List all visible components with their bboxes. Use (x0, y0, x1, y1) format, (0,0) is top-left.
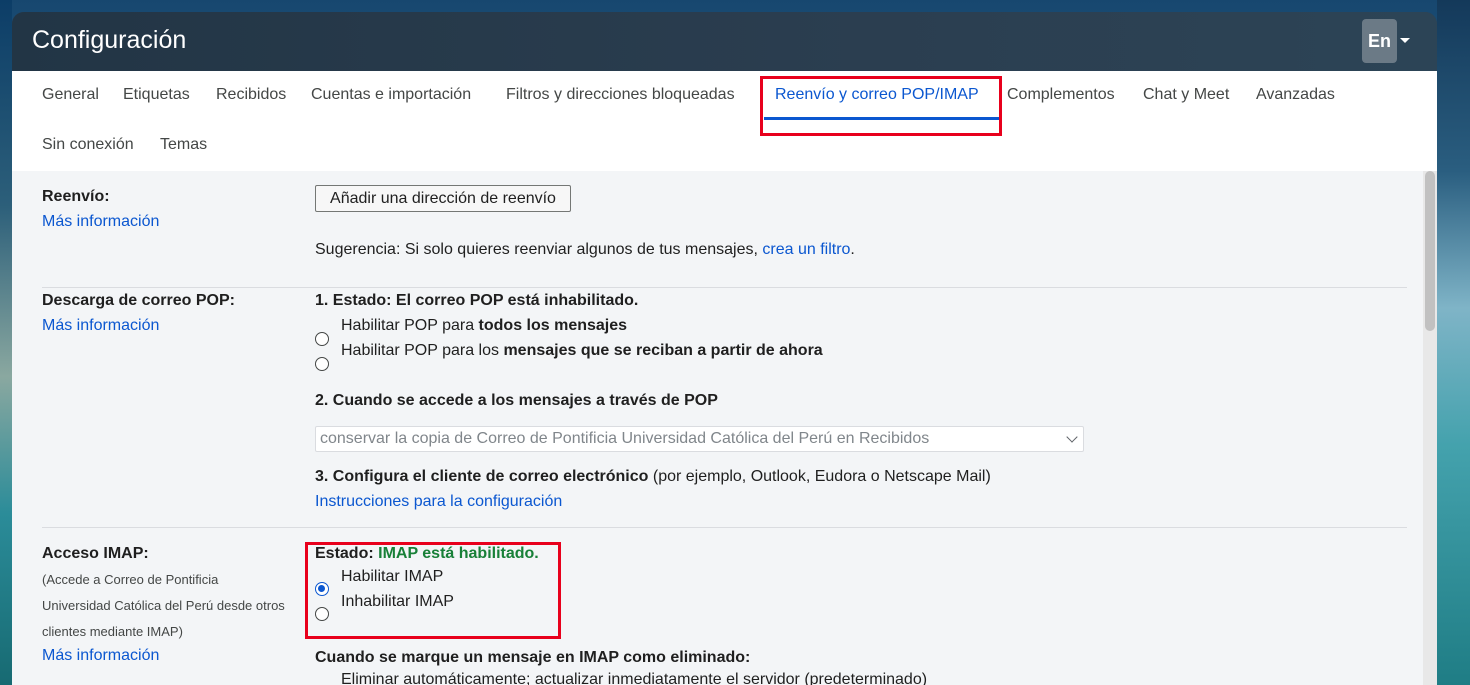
forwarding-more-info-link[interactable]: Más información (42, 213, 159, 231)
pop-instructions-link[interactable]: Instrucciones para la configuración (315, 493, 562, 511)
tab-avanzadas[interactable]: Avanzadas (1256, 86, 1335, 104)
imap-deleted-heading: Cuando se marque un mensaje en IMAP como… (315, 649, 751, 666)
header-bar: Configuración En (12, 12, 1437, 71)
pop-more-info-link[interactable]: Más información (42, 317, 159, 335)
section-divider (42, 287, 1407, 288)
section-divider (42, 527, 1407, 528)
pop-new-option-bold: mensajes que se reciban a partir de ahor… (503, 342, 823, 359)
pop-action-select[interactable]: conservar la copia de Correo de Pontific… (315, 426, 1084, 452)
desktop-background-right (1437, 0, 1470, 685)
tab-chat-meet[interactable]: Chat y Meet (1143, 86, 1229, 104)
imap-description-line1: (Accede a Correo de Pontificia (42, 572, 219, 587)
add-forwarding-address-button[interactable]: Añadir una dirección de reenvío (315, 185, 571, 212)
create-filter-link[interactable]: crea un filtro (762, 241, 850, 258)
pop-configure-bold: 3. Configura el cliente de correo electr… (315, 468, 649, 485)
imap-description-line2: Universidad Católica del Perú desde otro… (42, 598, 285, 613)
pop-new-radio[interactable] (315, 357, 329, 371)
highlight-box-tab (760, 76, 1002, 136)
highlight-box-imap (305, 542, 561, 639)
pop-all-radio[interactable] (315, 332, 329, 346)
pop-all-option[interactable]: Habilitar POP para todos los mensajes (341, 317, 627, 335)
forwarding-label: Reenvío: (42, 188, 110, 205)
tab-cuentas[interactable]: Cuentas e importación (311, 86, 471, 104)
forwarding-tip-suffix: . (850, 241, 855, 258)
imap-more-info-link[interactable]: Más información (42, 647, 159, 665)
settings-content: Reenvío: Más información Añadir una dire… (12, 171, 1437, 685)
language-button[interactable]: En (1362, 19, 1397, 63)
pop-status: 1. Estado: El correo POP está inhabilita… (315, 292, 639, 309)
pop-label: Descarga de correo POP: (42, 292, 235, 309)
scrollbar-thumb[interactable] (1425, 171, 1435, 331)
tab-recibidos[interactable]: Recibidos (216, 86, 286, 104)
pop-new-option-text: Habilitar POP para los (341, 342, 504, 359)
tab-sin-conexion[interactable]: Sin conexión (42, 136, 134, 154)
imap-description-line3: clientes mediante IMAP) (42, 624, 183, 639)
page-title: Configuración (32, 26, 187, 54)
pop-configure-rest: (por ejemplo, Outlook, Eudora o Netscape… (648, 468, 991, 485)
tab-etiquetas[interactable]: Etiquetas (123, 86, 190, 104)
pop-all-option-bold: todos los mensajes (478, 317, 628, 334)
pop-access-heading: 2. Cuando se accede a los mensajes a tra… (315, 392, 718, 409)
tab-filtros[interactable]: Filtros y direcciones bloqueadas (506, 86, 735, 104)
pop-new-option[interactable]: Habilitar POP para los mensajes que se r… (341, 342, 823, 360)
chevron-down-icon[interactable] (1400, 38, 1410, 43)
imap-label: Acceso IMAP: (42, 545, 149, 562)
imap-auto-expunge-option[interactable]: Eliminar automáticamente; actualizar inm… (341, 671, 927, 685)
pop-configure-client: 3. Configura el cliente de correo electr… (315, 468, 991, 486)
desktop-background-left (0, 0, 12, 685)
tab-complementos[interactable]: Complementos (1007, 86, 1115, 104)
forwarding-tip: Sugerencia: Si solo quieres reenviar alg… (315, 241, 855, 259)
settings-tabs: General Etiquetas Recibidos Cuentas e im… (12, 71, 1437, 171)
tab-temas[interactable]: Temas (160, 136, 207, 154)
tab-general[interactable]: General (42, 86, 99, 104)
forwarding-tip-text: Sugerencia: Si solo quieres reenviar alg… (315, 241, 763, 258)
settings-window: Configuración En General Etiquetas Recib… (12, 12, 1437, 685)
pop-all-option-text: Habilitar POP para (341, 317, 479, 334)
